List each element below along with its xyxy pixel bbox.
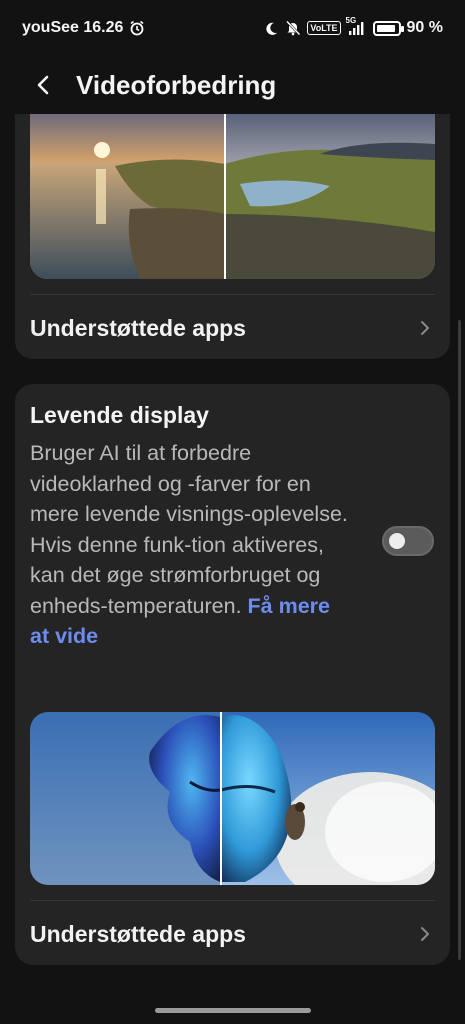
battery-percent: 90 %: [406, 19, 443, 36]
chevron-right-icon: [421, 927, 429, 941]
app-header: Videoforbedring: [0, 56, 465, 114]
vivid-display-description: Bruger AI til at forbedre videoklarhed o…: [30, 438, 350, 652]
status-bar: youSee 16.26 VoLTE 5G 90 %: [0, 0, 465, 56]
carrier-time: youSee 16.26: [22, 19, 124, 36]
description-text: Bruger AI til at forbedre videoklarhed o…: [30, 441, 348, 618]
back-arrow-icon: [37, 75, 49, 95]
battery-icon: [372, 20, 404, 36]
chevron-right-icon: [421, 321, 429, 335]
supported-apps-row[interactable]: Understøttede apps: [30, 904, 435, 964]
page-title: Videoforbedring: [76, 69, 277, 100]
supported-apps-label: Understøttede apps: [30, 314, 246, 341]
video-enhancement-card: Understøttede apps: [15, 114, 450, 359]
volte-icon: VoLTE: [307, 21, 341, 35]
landscape-comparison-image: [30, 114, 435, 279]
vivid-display-title: Levende display: [30, 402, 209, 428]
supported-apps-label: Understøttede apps: [30, 920, 246, 947]
back-button[interactable]: [26, 67, 62, 103]
signal-icon: 5G: [346, 16, 367, 36]
vivid-display-toggle[interactable]: [382, 526, 434, 556]
home-indicator[interactable]: [155, 1008, 311, 1013]
battery-fill: [376, 24, 395, 32]
scrollbar[interactable]: [458, 320, 461, 960]
moon-icon: [264, 21, 279, 36]
mute-icon: [285, 20, 301, 36]
vivid-display-card: Levende display Bruger AI til at forbedr…: [15, 384, 450, 965]
toggle-knob: [389, 533, 405, 549]
supported-apps-row[interactable]: Understøttede apps: [30, 298, 435, 358]
divider: [30, 900, 435, 901]
network-type: 5G: [345, 16, 357, 25]
butterfly-comparison-image: [30, 712, 435, 885]
divider: [30, 294, 435, 295]
alarm-icon: [129, 20, 145, 36]
